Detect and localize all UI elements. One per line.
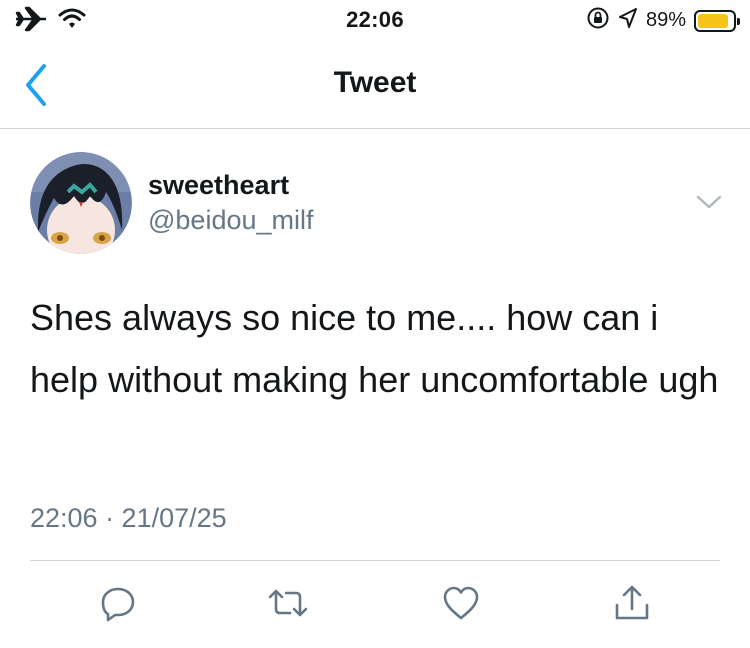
tweet-timestamp: 22:06 · 21/07/25 <box>30 503 227 533</box>
status-bar: 22:06 89% <box>0 0 750 40</box>
nav-bar: Tweet <box>0 40 750 129</box>
reply-button[interactable] <box>96 583 140 627</box>
page-title: Tweet <box>333 66 417 99</box>
share-button[interactable] <box>610 583 654 627</box>
chevron-down-icon <box>694 195 724 218</box>
user-handle[interactable]: @beidou_milf <box>148 205 314 236</box>
battery-icon <box>694 9 740 32</box>
retweet-button[interactable] <box>266 583 310 627</box>
orientation-lock-icon <box>586 6 610 35</box>
share-icon <box>612 583 652 628</box>
reply-icon <box>98 583 138 628</box>
tweet-menu-button[interactable] <box>694 190 724 214</box>
tweet-text: Shes always so nice to me.... how can i … <box>30 297 719 400</box>
like-button[interactable] <box>439 583 483 627</box>
battery-percentage: 89% <box>645 9 686 31</box>
tweet-detail-screen: 22:06 89% Tweet sweetheart @beidou_milf … <box>0 0 750 648</box>
retweet-icon <box>266 583 310 628</box>
battery-level-fill <box>698 13 728 28</box>
location-icon <box>618 7 638 34</box>
display-name[interactable]: sweetheart <box>148 170 289 201</box>
avatar[interactable] <box>30 152 132 254</box>
divider <box>30 560 720 561</box>
battery-nub <box>737 17 740 25</box>
status-right-icons: 89% <box>586 6 740 35</box>
heart-icon <box>441 583 481 628</box>
